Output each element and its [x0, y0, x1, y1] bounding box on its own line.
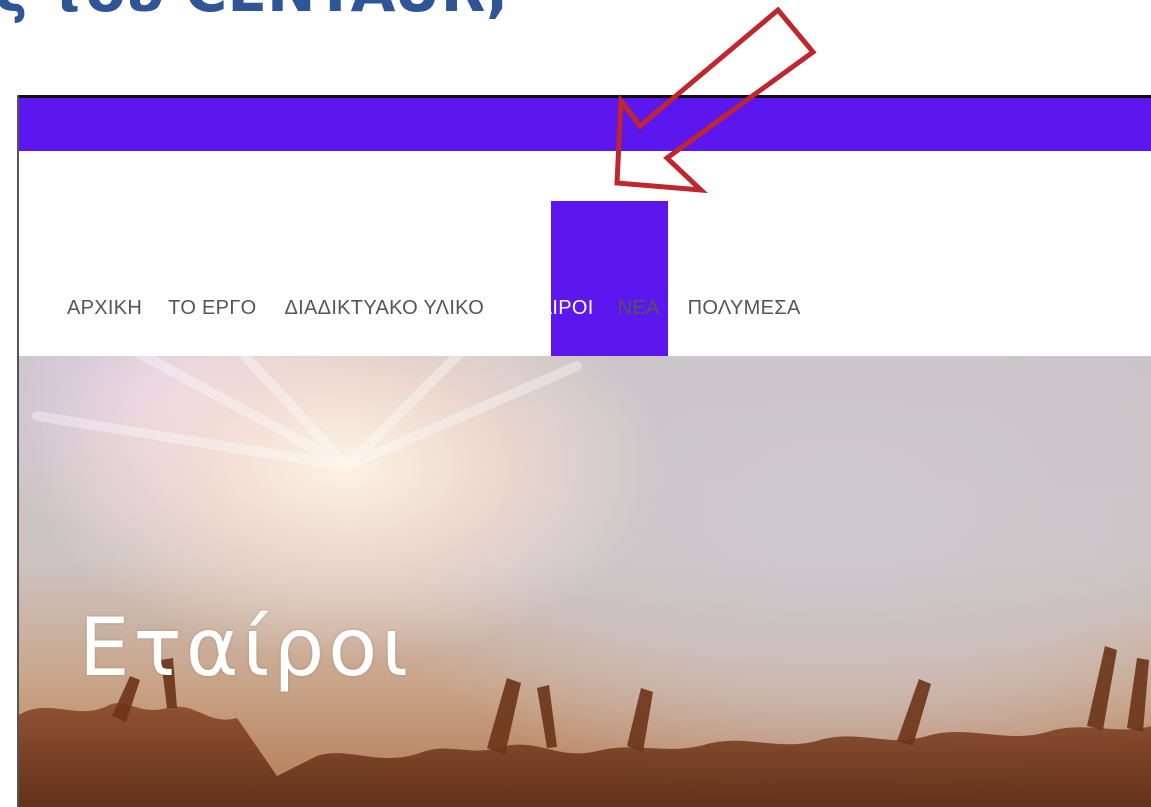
- top-bar: [17, 98, 1151, 151]
- nav-item-news[interactable]: ΝΕΑ: [618, 297, 660, 319]
- nav-item-partners[interactable]: ΕΤΑΙΡΟΙ: [514, 297, 594, 319]
- hero-title: Εταίροι: [79, 601, 413, 694]
- nav-item-multimedia[interactable]: ΠΟΛΥΜΕΣΑ: [688, 297, 801, 319]
- hero-banner: Εταίροι: [17, 356, 1151, 807]
- nav-item-home[interactable]: ΑΡΧΙΚΗ: [67, 297, 142, 319]
- slide: ς του CENTAUR; ΑΡΧΙΚΗ ΤΟ ΕΡΓΟ ΔΙΑΔΙΚΤΥΑΚ…: [0, 0, 1151, 807]
- concert-crowd-image: [17, 356, 1151, 807]
- website-screenshot: ΑΡΧΙΚΗ ΤΟ ΕΡΓΟ ΔΙΑΔΙΚΤΥΑΚΟ ΥΛΙΚΟ ΕΤΑΙΡΟΙ…: [17, 95, 1151, 807]
- nav-item-project[interactable]: ΤΟ ΕΡΓΟ: [168, 297, 256, 319]
- main-navigation: ΑΡΧΙΚΗ ΤΟ ΕΡΓΟ ΔΙΑΔΙΚΤΥΑΚΟ ΥΛΙΚΟ ΕΤΑΙΡΟΙ…: [17, 151, 1151, 412]
- slide-heading: ς του CENTAUR;: [0, 0, 509, 20]
- nav-list: ΑΡΧΙΚΗ ΤΟ ΕΡΓΟ ΔΙΑΔΙΚΤΥΑΚΟ ΥΛΙΚΟ ΕΤΑΙΡΟΙ…: [67, 297, 801, 320]
- left-border: [17, 95, 19, 807]
- nav-item-online-material[interactable]: ΔΙΑΔΙΚΤΥΑΚΟ ΥΛΙΚΟ: [285, 297, 485, 319]
